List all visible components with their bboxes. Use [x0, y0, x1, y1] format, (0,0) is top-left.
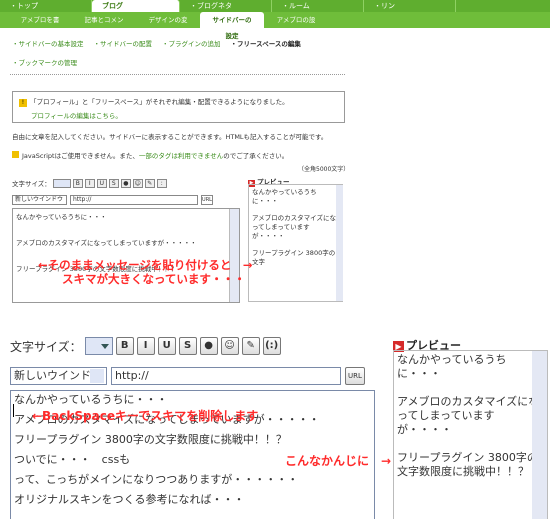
face-button[interactable]: : [156, 178, 167, 188]
max-chars: （全角5000文字） [298, 166, 350, 173]
text-cursor [13, 404, 14, 417]
annotation-overlay-1: ←そのままメッセージを貼り付けると → スキマが大きくなっています・・・ [38, 258, 253, 286]
underline-button[interactable]: U [157, 337, 176, 355]
notice-box: ! 「プロフィール」と「フリースペース」がそれぞれ編集・配置できるようになりました… [12, 91, 345, 123]
face-mark-icon[interactable]: (:) [262, 337, 281, 355]
url-button[interactable]: URL [345, 367, 365, 385]
link-row-small: 新しいウインドウ http:// URL [12, 195, 213, 205]
font-size-select[interactable] [52, 178, 71, 188]
nav-tab-blogneta[interactable]: ・ブログネタ [180, 0, 272, 12]
color-button[interactable]: ● [120, 178, 131, 188]
preview-box-small: なんかやっているうちに・・・ アメブロのカスタマイズになってしまっていますが・・… [248, 184, 343, 302]
bold-button[interactable]: B [72, 178, 83, 188]
warning-icon: ! [19, 99, 27, 107]
preview-scrollbar[interactable] [532, 351, 547, 519]
window-select[interactable]: 新しいウインドウ [10, 367, 107, 385]
strike-button[interactable]: S [108, 178, 119, 188]
breadcrumb-basic[interactable]: ・サイドバーの基本設定 [12, 38, 84, 48]
preview-box: なんかやっているうちに・・・ アメブロのカスタマイズになってしまっていますが・・… [393, 350, 548, 519]
window-select[interactable]: 新しいウインドウ [12, 195, 67, 205]
tags-link[interactable]: 一部のタグは利用できません [139, 152, 223, 160]
instruction-text: 自由に文章を記入してください。サイドバーに表示することができます。HTMLも記入… [12, 133, 328, 141]
font-size-label: 文字サイズ： [10, 339, 82, 354]
breadcrumb-freespace: ・フリースペースの編集 [230, 40, 301, 48]
url-input[interactable]: http:// [70, 195, 198, 205]
color-palette-icon[interactable]: ● [199, 337, 218, 355]
javascript-note: JavaScriptはご使用できません。また、一部のタグは利用できませんのでご了… [12, 150, 288, 160]
profile-edit-link[interactable]: プロフィールの編集はこちら。 [31, 110, 338, 120]
bold-button[interactable]: B [115, 337, 134, 355]
notice-text: 「プロフィール」と「フリースペース」がそれぞれ編集・配置できるようになりました。 [30, 98, 289, 106]
freespace-textarea-small[interactable]: なんかやっているうちに・・・ アメブロのカスタマイズになってしまっていますが・・… [12, 208, 240, 303]
subnav-design[interactable]: デザインの変更 [136, 12, 200, 40]
sub-nav: アメブロを書く 記事とコメント デザインの変更 サイドバーの設定 アメブロの設定 [0, 12, 550, 40]
font-size-toolbar: 文字サイズ： B I U S ● ☺ ✎ (:) [10, 337, 281, 355]
preview-scrollbar[interactable] [336, 185, 343, 301]
emoji-button[interactable]: ☺ [132, 178, 143, 188]
breadcrumb-plugin[interactable]: ・プラグインの追加 [162, 38, 221, 48]
font-size-toolbar-small: 文字サイズ： B I U S ● ☺ ✎ : [12, 178, 167, 188]
emoji-icon[interactable]: ☺ [220, 337, 239, 355]
breadcrumb: ・サイドバーの基本設定 ・サイドバーの配置 ・プラグインの追加 ・フリースペース… [12, 38, 301, 48]
url-input[interactable]: http:// [111, 367, 341, 385]
underline-button[interactable]: U [96, 178, 107, 188]
strike-button[interactable]: S [178, 337, 197, 355]
italic-button[interactable]: I [84, 178, 95, 188]
url-button[interactable]: URL [201, 195, 213, 205]
breadcrumb-bookmark[interactable]: ・ブックマークの管理 [12, 57, 77, 67]
annotation-backspace: ←BackSpaceキーでスキマを削除します [32, 409, 259, 423]
italic-button[interactable]: I [136, 337, 155, 355]
annotation-result: こんなかんじに → [285, 454, 392, 468]
nav-tab-top[interactable]: ・トップ [0, 0, 92, 12]
font-size-label: 文字サイズ： [12, 180, 51, 188]
breadcrumb-layout[interactable]: ・サイドバーの配置 [94, 38, 153, 48]
divider [10, 74, 345, 75]
font-size-select[interactable] [84, 337, 113, 355]
nav-tab-room[interactable]: ・ルーム [272, 0, 364, 12]
subnav-sidebar[interactable]: サイドバーの設定 [200, 12, 264, 40]
screenshot-top-panel: ・トップ ブログ ・ブログネタ ・ルーム ・リン アメブロを書く 記事とコメント… [0, 0, 550, 310]
subnav-articles[interactable]: 記事とコメント [72, 12, 136, 40]
subnav-settings[interactable]: アメブロの設定 [264, 12, 328, 40]
link-row: 新しいウインドウ http:// URL [10, 367, 365, 385]
global-nav: ・トップ ブログ ・ブログネタ ・ルーム ・リン [0, 0, 550, 12]
nav-tab-blog[interactable]: ブログ [92, 0, 180, 12]
info-icon [12, 151, 19, 158]
textarea-scrollbar[interactable] [229, 209, 239, 302]
image-icon[interactable]: ✎ [241, 337, 260, 355]
subnav-write[interactable]: アメブロを書く [8, 12, 72, 40]
nav-tab-link[interactable]: ・リン [364, 0, 456, 12]
image-button[interactable]: ✎ [144, 178, 155, 188]
